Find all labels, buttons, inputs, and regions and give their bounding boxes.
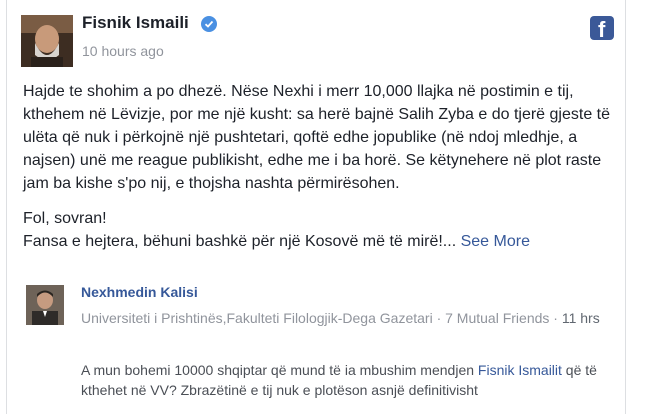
facebook-logo-icon[interactable]: f xyxy=(590,16,614,42)
mention-link[interactable]: Fisnik Ismailit xyxy=(478,362,562,378)
post-paragraph: Hajde te shohim a po dhezë. Nëse Nexhi i… xyxy=(23,83,611,192)
post-line: Fansa e hejtera, bëhuni bashkë për një K… xyxy=(23,233,457,250)
verified-badge-icon xyxy=(201,16,217,32)
facebook-post-card: Fisnik Ismaili 10 hours ago f Hajde te s… xyxy=(6,0,626,414)
post-line: Fol, sovran! xyxy=(23,210,107,227)
comment-body: A mun bohemi 10000 shqiptar që mund të i… xyxy=(81,360,616,400)
commenter-avatar[interactable] xyxy=(26,285,64,325)
author-avatar[interactable] xyxy=(21,15,73,67)
post-author-name[interactable]: Fisnik Ismaili xyxy=(82,13,189,33)
commenter-info: Universiteti i Prishtinës,Fakulteti Filo… xyxy=(81,308,621,328)
commenter-name[interactable]: Nexhmedin Kalisi xyxy=(81,284,198,300)
post-timestamp[interactable]: 10 hours ago xyxy=(82,43,164,59)
post-body: Hajde te shohim a po dhezë. Nëse Nexhi i… xyxy=(23,80,613,253)
see-more-link[interactable]: See More xyxy=(461,233,530,250)
commenter-details: Universiteti i Prishtinës,Fakulteti Filo… xyxy=(81,310,562,326)
post-paragraph: Fol, sovran! Fansa e hejtera, bëhuni bas… xyxy=(23,207,613,253)
comment-timestamp[interactable]: 11 hrs xyxy=(562,310,600,326)
comment-text-part: A mun bohemi 10000 shqiptar që mund të i… xyxy=(81,362,478,378)
